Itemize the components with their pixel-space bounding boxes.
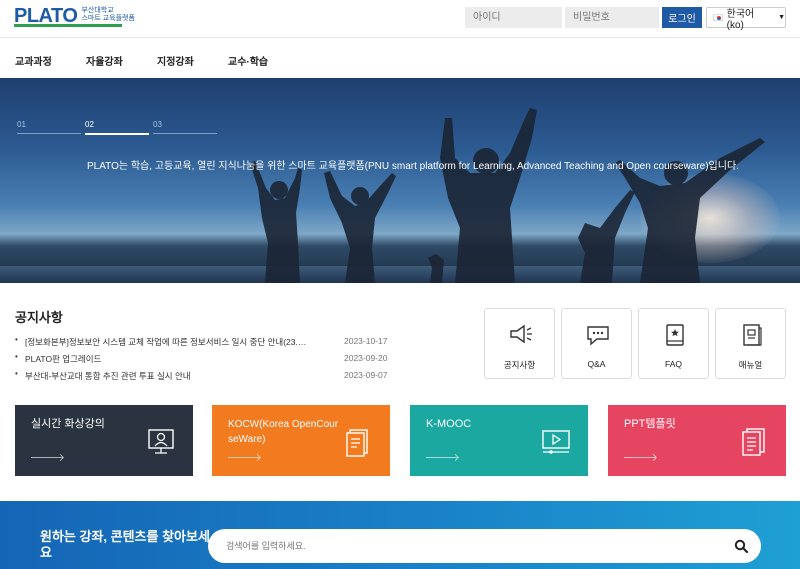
quick-link-notice[interactable]: 공지사항 [484,308,555,379]
card-kmooc-title: K-MOOC [426,418,472,430]
notice-item-date: 2023-10-17 [344,336,388,346]
korea-flag-icon [713,14,723,21]
card-kocw-title: KOCW(Korea OpenCourseWare) [228,419,339,445]
notice-item-title[interactable]: PLATO판 업그레이드 [25,353,325,365]
notice-section-title: 공지사항 [15,310,63,325]
logo-subtitle: 부산대학교 스마트 교육플랫폼 [81,7,134,23]
notice-item[interactable]: PLATO판 업그레이드 2023-09-20 [15,352,395,369]
plato-logo[interactable]: PLATO 부산대학교 스마트 교육플랫폼 [14,5,135,31]
hero-step-2-bar [85,133,149,135]
hero-step-2[interactable]: 02 [85,120,149,135]
hero-description: PLATO는 학습, 고등교육, 열린 지식나눔을 위한 스마트 교육플랫폼(P… [87,161,739,172]
hero-people-silhouette [250,108,765,283]
chat-bubble-icon [587,326,609,346]
logo-subtitle-line-1: 부산대학교 [81,7,114,14]
notice-item[interactable]: 부산대-부산교대 통합 추진 관련 투표 실시 안내 2023-09-07 [15,369,395,386]
hero-step-2-label: 02 [85,120,94,129]
hero-step-3[interactable]: 03 [153,120,217,134]
nav-item-curriculum[interactable]: 교과과정 [15,53,52,68]
card-ppt-template[interactable]: PPT템플릿 [608,405,786,476]
search-section: 원하는 강좌, 콘텐츠를 찾아보세요 [0,501,800,569]
card-ppt-template-title: PPT템플릿 [624,418,676,430]
manual-icon [743,324,762,346]
notice-item-title[interactable]: 부산대-부산교대 통합 추진 관련 투표 실시 안내 [25,370,325,382]
quick-link-manual-label: 매뉴얼 [738,360,763,370]
hero-step-1-label: 01 [17,120,26,129]
arrow-right-icon [624,457,656,458]
search-icon[interactable] [734,539,748,553]
hero-step-3-bar [153,133,217,134]
logo-underline [14,24,122,27]
username-input[interactable] [465,7,562,28]
password-input[interactable] [565,7,659,28]
quick-link-manual[interactable]: 매뉴얼 [715,308,786,379]
main-nav: 교과과정 자율강좌 지정강좌 교수·학습 [0,38,800,78]
login-button[interactable]: 로그인 [662,7,702,28]
quick-link-qna-label: Q&A [587,359,606,369]
notice-item[interactable]: [정보화본부]정보보안 시스템 교체 작업에 따른 정보서비스 일시 중단 안내… [15,335,395,352]
nav-item-designated-course[interactable]: 지정강좌 [157,53,194,68]
search-title: 원하는 강좌, 콘텐츠를 찾아보세요 [40,529,210,560]
quick-link-qna[interactable]: Q&A [561,308,632,379]
quick-link-faq-label: FAQ [664,359,682,369]
webcam-user-icon [148,429,174,454]
search-input[interactable] [226,538,706,554]
card-kocw[interactable]: KOCW(Korea OpenCourseWare) [212,405,390,476]
quick-link-notice-label: 공지사항 [503,360,536,370]
notice-item-date: 2023-09-07 [344,370,388,380]
document-icon [346,429,368,457]
search-box[interactable] [208,529,761,563]
book-icon [666,324,684,346]
notice-list: [정보화본부]정보보안 시스템 교체 작업에 따른 정보서비스 일시 중단 안내… [15,335,395,386]
quick-link-faq[interactable]: FAQ [638,308,709,379]
hero-banner: 01 02 03 PLATO는 학습, 고등교육, 열린 지식나눔을 위한 스마… [0,78,800,283]
arrow-right-icon [228,457,260,458]
nav-item-teaching-learning[interactable]: 교수·학습 [228,53,268,68]
slides-icon [742,428,765,456]
language-label: 한국어 (ko) [726,8,755,31]
arrow-right-icon [31,457,63,458]
card-live-lecture-title: 실시간 화상강의 [31,418,105,430]
megaphone-icon [510,324,532,344]
language-select[interactable]: 한국어 (ko) ▼ [706,7,786,31]
notice-item-title[interactable]: [정보화본부]정보보안 시스템 교체 작업에 따른 정보서비스 일시 중단 안내… [25,336,325,348]
top-header: PLATO 부산대학교 스마트 교육플랫폼 로그인 한국어 (ko) ▼ [0,0,800,38]
nav-item-self-course[interactable]: 자율강좌 [86,53,123,68]
hero-step-1[interactable]: 01 [17,120,81,134]
arrow-right-icon [426,457,458,458]
card-live-lecture[interactable]: 실시간 화상강의 [15,405,193,476]
logo-subtitle-line-2: 스마트 교육플랫폼 [81,15,135,22]
video-player-icon [542,430,570,454]
notice-item-date: 2023-09-20 [344,353,388,363]
caret-down-icon: ▼ [778,14,785,21]
hero-step-3-label: 03 [153,120,162,129]
card-kmooc[interactable]: K-MOOC [410,405,588,476]
hero-step-1-bar [17,133,81,134]
